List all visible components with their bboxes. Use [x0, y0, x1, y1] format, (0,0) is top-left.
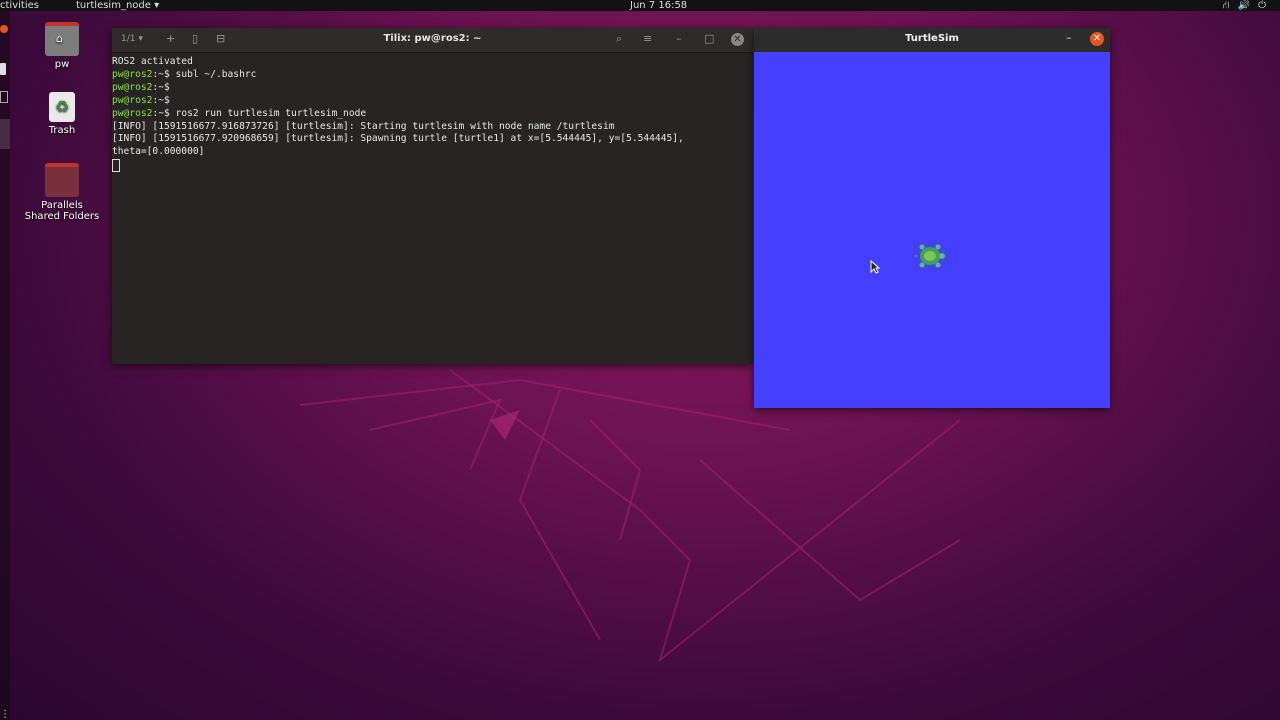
turtlesim-window[interactable]: TurtleSim – ✕	[754, 28, 1110, 408]
app-menu[interactable]: turtlesim_node ▾	[76, 0, 159, 11]
terminal-line: [INFO] [1591516677.916873726] [turtlesim…	[112, 120, 615, 132]
terminal-title: Tilix: pw@ros2: ~	[383, 33, 482, 44]
terminal-cursor-line	[112, 159, 753, 173]
minimize-icon[interactable]: –	[1066, 31, 1072, 44]
mouse-pointer-icon	[870, 260, 880, 274]
menu-icon[interactable]: ≡	[643, 32, 652, 45]
terminal-output[interactable]: ROS2 activated pw@ros2:~$ subl ~/.bashrc p…	[112, 56, 753, 173]
active-app-indicator[interactable]	[0, 119, 10, 149]
turtlesim-title: TurtleSim	[905, 33, 959, 44]
close-icon[interactable]: ✕	[1090, 32, 1104, 46]
terminal-window[interactable]: 1/1 ▾ + ▯ ⊟ Tilix: pw@ros2: ~ ⌕ ≡ – □ ✕ …	[112, 28, 753, 364]
network-icon[interactable]: ⛙	[1223, 0, 1238, 11]
turtle-icon	[915, 244, 945, 268]
close-icon[interactable]: ✕	[731, 33, 744, 46]
desktop-icon-label: pw	[54, 59, 70, 70]
system-tray[interactable]: ⛙🔊⏻	[1223, 0, 1274, 11]
terminal-line: pw@ros2:~$	[112, 94, 170, 106]
turtlesim-titlebar[interactable]: TurtleSim – ✕	[754, 28, 1110, 52]
trash-icon: ♻	[49, 92, 75, 122]
minimize-icon[interactable]: –	[676, 32, 682, 45]
files-icon[interactable]	[0, 63, 6, 75]
maximize-icon[interactable]: □	[704, 32, 714, 45]
volume-icon[interactable]: 🔊	[1238, 0, 1258, 11]
document-icon[interactable]	[0, 91, 8, 103]
clock[interactable]: Jun 7 16:58	[630, 0, 687, 11]
show-apps-icon[interactable]: ⋮	[0, 709, 10, 720]
terminal-line: theta=[0.000000]	[112, 146, 205, 158]
desktop-icon-label: Trash	[48, 125, 76, 136]
desktop-icon-label: Parallels Shared Folders	[24, 200, 100, 222]
shared-folder-icon	[45, 163, 79, 197]
firefox-icon[interactable]	[0, 25, 8, 33]
text-cursor	[112, 159, 120, 173]
turtlesim-canvas[interactable]	[754, 52, 1110, 408]
home-folder-icon: ⌂	[45, 22, 79, 56]
desktop-icon-trash[interactable]: ♻ Trash	[22, 92, 102, 136]
terminal-line: ROS2 activated	[112, 56, 193, 67]
terminal-line: pw@ros2:~$	[112, 81, 170, 93]
desktop-icon-shared-folders[interactable]: Parallels Shared Folders	[22, 163, 102, 222]
search-icon[interactable]: ⌕	[616, 32, 622, 46]
activities-button[interactable]: ctivities	[0, 0, 39, 11]
power-icon[interactable]: ⏻	[1258, 0, 1274, 11]
terminal-line: [INFO] [1591516677.920968659] [turtlesim…	[112, 133, 684, 145]
desktop-icon-pw[interactable]: ⌂ pw	[22, 22, 102, 70]
terminal-titlebar[interactable]: 1/1 ▾ + ▯ ⊟ Tilix: pw@ros2: ~ ⌕ ≡ – □ ✕	[112, 28, 753, 53]
top-bar: ctivities turtlesim_node ▾ Jun 7 16:58 ⛙…	[0, 0, 1280, 11]
terminal-line: pw@ros2:~$ ros2 run turtlesim turtlesim_…	[112, 107, 367, 119]
terminal-line: pw@ros2:~$ subl ~/.bashrc	[112, 68, 257, 80]
dock: ⋮	[0, 11, 10, 720]
